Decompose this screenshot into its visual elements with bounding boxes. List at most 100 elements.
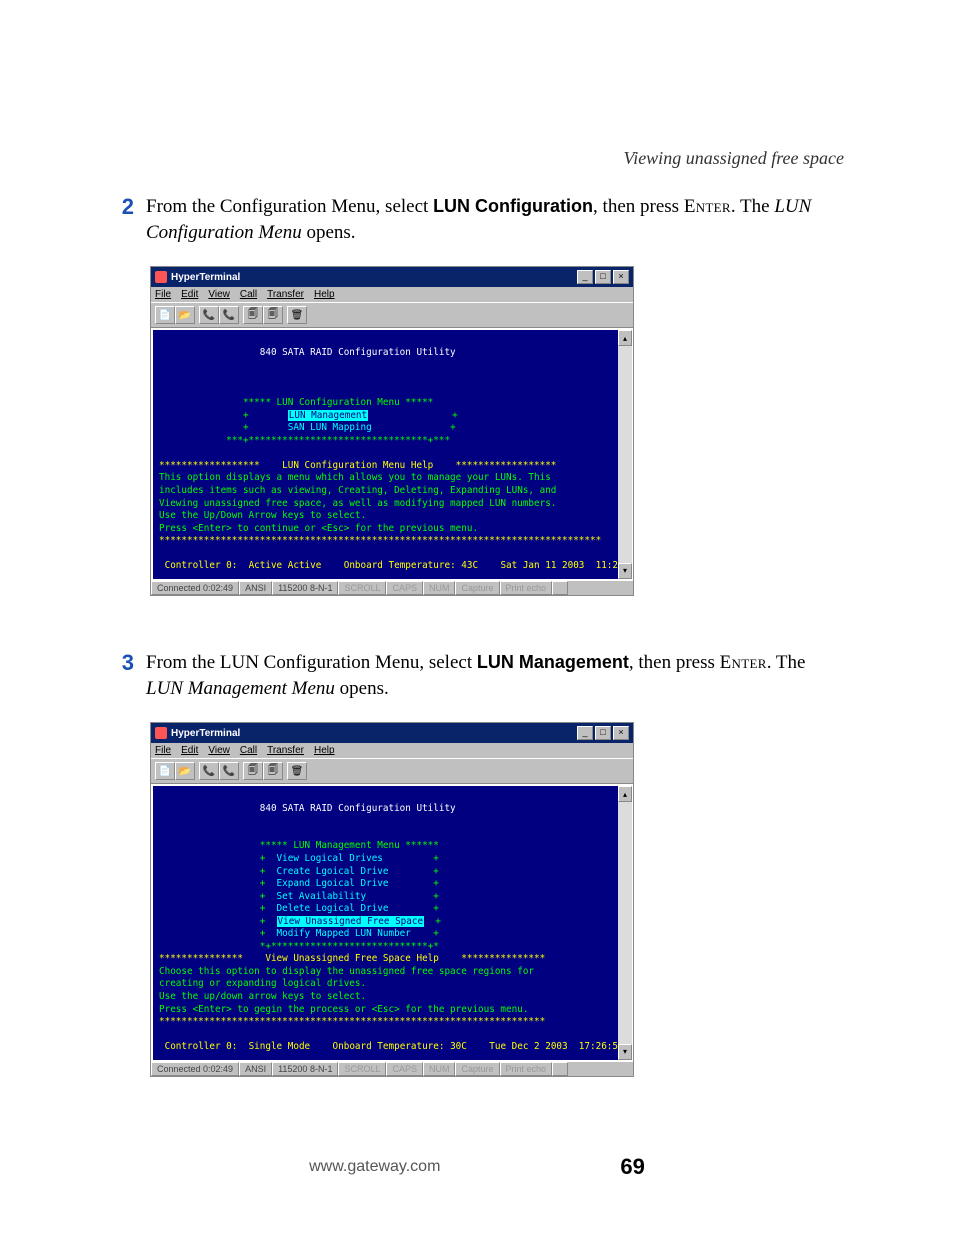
tb-props-icon[interactable]: 🗑 xyxy=(287,306,307,324)
status-printecho: Print echo xyxy=(500,1062,553,1076)
rule: ***+********************************+*** xyxy=(226,435,450,446)
menu-name: LUN Configuration xyxy=(433,196,593,216)
status-printecho: Print echo xyxy=(500,581,553,595)
menu-help[interactable]: Help xyxy=(314,745,335,756)
menu-item[interactable]: Modify Mapped LUN Number xyxy=(277,928,411,939)
menu-item[interactable]: Create Lgoical Drive xyxy=(277,866,389,877)
menu-item[interactable]: Delete Logical Drive xyxy=(277,903,389,914)
menu-help[interactable]: Help xyxy=(314,289,335,300)
menu-view[interactable]: View xyxy=(208,745,230,756)
help-line: Choose this option to display the unassi… xyxy=(159,966,534,977)
status-num: NUM xyxy=(423,581,456,595)
status-conntime: Connected 0:02:49 xyxy=(151,581,239,595)
t: opens. xyxy=(335,678,389,699)
tb-disconnect-icon[interactable]: 📞 xyxy=(219,306,239,324)
help-line: This option displays a menu which allows… xyxy=(159,472,551,483)
page-number: 69 xyxy=(620,1154,644,1180)
tb-open-icon[interactable]: 📂 xyxy=(175,306,195,324)
menu-call[interactable]: Call xyxy=(240,745,257,756)
menu-call[interactable]: Call xyxy=(240,289,257,300)
menubar: File Edit View Call Transfer Help xyxy=(151,287,633,302)
window-titlebar[interactable]: HyperTerminal _ □ × xyxy=(151,723,633,743)
menu-edit[interactable]: Edit xyxy=(181,289,198,300)
tb-new-icon[interactable]: 📄 xyxy=(155,306,175,324)
rule: ****************************************… xyxy=(159,1016,545,1027)
resize-grip-icon[interactable] xyxy=(552,1062,568,1076)
scroll-up-icon[interactable]: ▴ xyxy=(618,330,632,346)
rule: *+****************************+* xyxy=(260,941,439,952)
status-emul: ANSI xyxy=(239,1062,272,1076)
menu-heading: ***** LUN Configuration Menu ***** xyxy=(243,397,433,408)
menu-item-selected[interactable]: LUN Management xyxy=(288,410,368,421)
t: . The xyxy=(731,196,774,217)
menu-edit[interactable]: Edit xyxy=(181,745,198,756)
help-heading: *************** View Unassigned Free Spa… xyxy=(159,953,545,964)
menubar: File Edit View Call Transfer Help xyxy=(151,743,633,758)
rule: ****************************************… xyxy=(159,535,601,546)
tb-new-icon[interactable]: 📄 xyxy=(155,762,175,780)
terminal-content[interactable]: 840 SATA RAID Configuration Utility ****… xyxy=(153,330,618,578)
t: , then press xyxy=(593,196,684,217)
scroll-track[interactable] xyxy=(618,346,632,562)
scroll-down-icon[interactable]: ▾ xyxy=(618,563,632,579)
window-title: HyperTerminal xyxy=(171,272,577,283)
minimize-button[interactable]: _ xyxy=(577,270,593,284)
hyperterminal-icon xyxy=(155,271,167,283)
footer-url: www.gateway.com xyxy=(309,1158,440,1176)
tb-disconnect-icon[interactable]: 📞 xyxy=(219,762,239,780)
tb-recv-icon[interactable]: 🗐 xyxy=(263,306,283,324)
statusbar: Connected 0:02:49 ANSI 115200 8-N-1 SCRO… xyxy=(151,581,633,595)
status-line: Controller 0: Single Mode Onboard Temper… xyxy=(165,1041,618,1052)
menu-item[interactable]: View Logical Drives xyxy=(277,853,383,864)
page-footer: www.gateway.com 69 xyxy=(0,1154,954,1180)
scroll-up-icon[interactable]: ▴ xyxy=(618,786,632,802)
menu-item[interactable]: SAN LUN Mapping xyxy=(288,422,372,433)
close-button[interactable]: × xyxy=(613,270,629,284)
statusbar: Connected 0:02:49 ANSI 115200 8-N-1 SCRO… xyxy=(151,1062,633,1076)
hyperterminal-icon xyxy=(155,727,167,739)
tb-recv-icon[interactable]: 🗐 xyxy=(263,762,283,780)
menu-view[interactable]: View xyxy=(208,289,230,300)
help-line: includes items such as viewing, Creating… xyxy=(159,485,556,496)
vertical-scrollbar[interactable]: ▴ ▾ xyxy=(618,786,632,1059)
menu-item[interactable]: Expand Lgoical Drive xyxy=(277,878,389,889)
status-line: Controller 0: Active Active Onboard Temp… xyxy=(165,560,618,571)
menu-transfer[interactable]: Transfer xyxy=(267,745,304,756)
toolbar: 📄 📂 📞 📞 🗐 🗐 🗑 xyxy=(151,758,633,784)
resize-grip-icon[interactable] xyxy=(552,581,568,595)
help-line: creating or expanding logical drives. xyxy=(159,978,366,989)
maximize-button[interactable]: □ xyxy=(595,270,611,284)
page: Viewing unassigned free space 2 From the… xyxy=(0,0,954,1235)
terminal-content[interactable]: 840 SATA RAID Configuration Utility ****… xyxy=(153,786,618,1059)
tb-send-icon[interactable]: 🗐 xyxy=(243,306,263,324)
status-emul: ANSI xyxy=(239,581,272,595)
status-scroll: SCROLL xyxy=(338,581,386,595)
window-title: HyperTerminal xyxy=(171,728,577,739)
window-buttons: _ □ × xyxy=(577,270,629,284)
help-heading: ****************** LUN Configuration Men… xyxy=(159,460,556,471)
page-header: Viewing unassigned free space xyxy=(624,148,844,169)
scroll-track[interactable] xyxy=(618,802,632,1043)
menu-file[interactable]: File xyxy=(155,745,171,756)
vertical-scrollbar[interactable]: ▴ ▾ xyxy=(618,330,632,578)
status-caps: CAPS xyxy=(386,1062,423,1076)
close-button[interactable]: × xyxy=(613,726,629,740)
menu-transfer[interactable]: Transfer xyxy=(267,289,304,300)
terminal-area: 840 SATA RAID Configuration Utility ****… xyxy=(151,784,633,1061)
menu-item[interactable]: Set Availability xyxy=(277,891,367,902)
tb-props-icon[interactable]: 🗑 xyxy=(287,762,307,780)
tb-open-icon[interactable]: 📂 xyxy=(175,762,195,780)
t: . The xyxy=(767,652,806,673)
window-titlebar[interactable]: HyperTerminal _ □ × xyxy=(151,267,633,287)
app-title: 840 SATA RAID Configuration Utility xyxy=(260,803,456,814)
step-2: 2 From the Configuration Menu, select LU… xyxy=(110,194,844,246)
maximize-button[interactable]: □ xyxy=(595,726,611,740)
menu-file[interactable]: File xyxy=(155,289,171,300)
tb-connect-icon[interactable]: 📞 xyxy=(199,762,219,780)
step-number: 3 xyxy=(110,650,134,702)
tb-send-icon[interactable]: 🗐 xyxy=(243,762,263,780)
tb-connect-icon[interactable]: 📞 xyxy=(199,306,219,324)
minimize-button[interactable]: _ xyxy=(577,726,593,740)
scroll-down-icon[interactable]: ▾ xyxy=(618,1044,632,1060)
menu-item-selected[interactable]: View Unassigned Free Space xyxy=(277,916,425,927)
